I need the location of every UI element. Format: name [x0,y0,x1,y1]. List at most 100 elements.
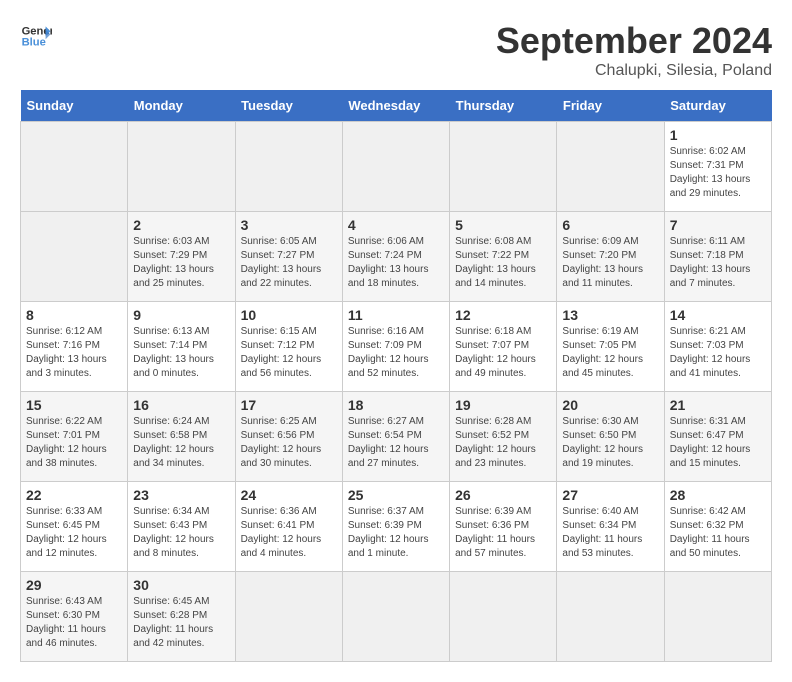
calendar-cell: 23 Sunrise: 6:34 AM Sunset: 6:43 PM Dayli… [128,482,235,572]
calendar-cell: 9Sunrise: 6:13 AM Sunset: 7:14 PM Daylig… [128,302,235,392]
day-number: 11 [348,307,444,323]
calendar-cell: 16 Sunrise: 6:24 AM Sunset: 6:58 PM Dayli… [128,392,235,482]
calendar-table: SundayMondayTuesdayWednesdayThursdayFrid… [20,90,772,662]
day-info: Sunrise: 6:09 AM Sunset: 7:20 PM Dayligh… [562,235,658,291]
calendar-cell: 8Sunrise: 6:12 AM Sunset: 7:16 PM Daylig… [21,302,128,392]
day-number: 16 [133,397,229,413]
calendar-cell: 30 Sunrise: 6:45 AM Sunset: 6:28 PM Dayli… [128,572,235,662]
calendar-cell [342,122,449,212]
calendar-cell: 19 Sunrise: 6:28 AM Sunset: 6:52 PM Dayli… [450,392,557,482]
day-info: Sunrise: 6:02 AM Sunset: 7:31 PM Dayligh… [670,145,766,201]
day-number: 17 [241,397,337,413]
day-number: 29 [26,577,122,593]
day-number: 30 [133,577,229,593]
day-number: 9 [133,307,229,323]
calendar-cell [557,122,664,212]
header-cell-friday: Friday [557,90,664,122]
calendar-cell: 21 Sunrise: 6:31 AM Sunset: 6:47 PM Dayli… [664,392,771,482]
day-number: 26 [455,487,551,503]
day-info: Sunrise: 6:45 AM Sunset: 6:28 PM Dayligh… [133,595,229,651]
day-info: Sunrise: 6:18 AM Sunset: 7:07 PM Dayligh… [455,325,551,381]
title-area: September 2024 Chalupki, Silesia, Poland [496,20,772,80]
day-number: 6 [562,217,658,233]
day-info: Sunrise: 6:34 AM Sunset: 6:43 PM Dayligh… [133,505,229,561]
header-row: SundayMondayTuesdayWednesdayThursdayFrid… [21,90,772,122]
day-number: 2 [133,217,229,233]
month-title: September 2024 [496,20,772,62]
day-number: 21 [670,397,766,413]
day-info: Sunrise: 6:27 AM Sunset: 6:54 PM Dayligh… [348,415,444,471]
calendar-cell: 29 Sunrise: 6:43 AM Sunset: 6:30 PM Dayli… [21,572,128,662]
day-info: Sunrise: 6:05 AM Sunset: 7:27 PM Dayligh… [241,235,337,291]
calendar-cell [128,122,235,212]
day-info: Sunrise: 6:37 AM Sunset: 6:39 PM Dayligh… [348,505,444,561]
day-info: Sunrise: 6:28 AM Sunset: 6:52 PM Dayligh… [455,415,551,471]
day-info: Sunrise: 6:22 AM Sunset: 7:01 PM Dayligh… [26,415,122,471]
day-number: 10 [241,307,337,323]
calendar-cell: 10 Sunrise: 6:15 AM Sunset: 7:12 PM Dayli… [235,302,342,392]
day-info: Sunrise: 6:03 AM Sunset: 7:29 PM Dayligh… [133,235,229,291]
calendar-cell: 22 Sunrise: 6:33 AM Sunset: 6:45 PM Dayli… [21,482,128,572]
calendar-cell [450,572,557,662]
header-cell-thursday: Thursday [450,90,557,122]
calendar-cell: 18 Sunrise: 6:27 AM Sunset: 6:54 PM Dayli… [342,392,449,482]
day-info: Sunrise: 6:39 AM Sunset: 6:36 PM Dayligh… [455,505,551,561]
calendar-header: SundayMondayTuesdayWednesdayThursdayFrid… [21,90,772,122]
page-header: General Blue September 2024 Chalupki, Si… [20,20,772,80]
day-number: 15 [26,397,122,413]
day-number: 18 [348,397,444,413]
location-subtitle: Chalupki, Silesia, Poland [496,62,772,80]
day-info: Sunrise: 6:33 AM Sunset: 6:45 PM Dayligh… [26,505,122,561]
day-info: Sunrise: 6:42 AM Sunset: 6:32 PM Dayligh… [670,505,766,561]
logo-icon: General Blue [20,20,52,52]
calendar-cell: 20Sunrise: 6:30 AM Sunset: 6:50 PM Dayli… [557,392,664,482]
calendar-cell [235,122,342,212]
calendar-cell: 2 Sunrise: 6:03 AM Sunset: 7:29 PM Daylig… [128,212,235,302]
calendar-cell [557,572,664,662]
day-number: 20 [562,397,658,413]
day-info: Sunrise: 6:15 AM Sunset: 7:12 PM Dayligh… [241,325,337,381]
day-info: Sunrise: 6:25 AM Sunset: 6:56 PM Dayligh… [241,415,337,471]
header-cell-saturday: Saturday [664,90,771,122]
day-info: Sunrise: 6:16 AM Sunset: 7:09 PM Dayligh… [348,325,444,381]
calendar-cell [21,212,128,302]
calendar-cell: 11 Sunrise: 6:16 AM Sunset: 7:09 PM Dayli… [342,302,449,392]
day-info: Sunrise: 6:43 AM Sunset: 6:30 PM Dayligh… [26,595,122,651]
calendar-week-2: 8Sunrise: 6:12 AM Sunset: 7:16 PM Daylig… [21,302,772,392]
calendar-cell: 12Sunrise: 6:18 AM Sunset: 7:07 PM Dayli… [450,302,557,392]
day-number: 23 [133,487,229,503]
calendar-cell: 5 Sunrise: 6:08 AM Sunset: 7:22 PM Daylig… [450,212,557,302]
calendar-cell [664,572,771,662]
calendar-cell: 28 Sunrise: 6:42 AM Sunset: 6:32 PM Dayli… [664,482,771,572]
svg-text:Blue: Blue [22,37,46,49]
calendar-cell: 15 Sunrise: 6:22 AM Sunset: 7:01 PM Dayli… [21,392,128,482]
day-number: 19 [455,397,551,413]
day-number: 28 [670,487,766,503]
day-number: 22 [26,487,122,503]
calendar-cell: 26 Sunrise: 6:39 AM Sunset: 6:36 PM Dayli… [450,482,557,572]
day-number: 25 [348,487,444,503]
day-info: Sunrise: 6:36 AM Sunset: 6:41 PM Dayligh… [241,505,337,561]
calendar-cell: 3 Sunrise: 6:05 AM Sunset: 7:27 PM Daylig… [235,212,342,302]
day-number: 14 [670,307,766,323]
day-info: Sunrise: 6:21 AM Sunset: 7:03 PM Dayligh… [670,325,766,381]
day-info: Sunrise: 6:31 AM Sunset: 6:47 PM Dayligh… [670,415,766,471]
calendar-cell: 4Sunrise: 6:06 AM Sunset: 7:24 PM Daylig… [342,212,449,302]
calendar-body: 1 Sunrise: 6:02 AM Sunset: 7:31 PM Daylig… [21,122,772,662]
day-number: 1 [670,127,766,143]
calendar-cell: 14 Sunrise: 6:21 AM Sunset: 7:03 PM Dayli… [664,302,771,392]
calendar-cell: 27Sunrise: 6:40 AM Sunset: 6:34 PM Dayli… [557,482,664,572]
calendar-cell [21,122,128,212]
day-info: Sunrise: 6:06 AM Sunset: 7:24 PM Dayligh… [348,235,444,291]
day-number: 5 [455,217,551,233]
header-cell-wednesday: Wednesday [342,90,449,122]
day-info: Sunrise: 6:08 AM Sunset: 7:22 PM Dayligh… [455,235,551,291]
day-info: Sunrise: 6:11 AM Sunset: 7:18 PM Dayligh… [670,235,766,291]
day-info: Sunrise: 6:24 AM Sunset: 6:58 PM Dayligh… [133,415,229,471]
day-info: Sunrise: 6:19 AM Sunset: 7:05 PM Dayligh… [562,325,658,381]
header-cell-tuesday: Tuesday [235,90,342,122]
header-cell-sunday: Sunday [21,90,128,122]
day-number: 3 [241,217,337,233]
day-number: 24 [241,487,337,503]
logo: General Blue [20,20,52,52]
